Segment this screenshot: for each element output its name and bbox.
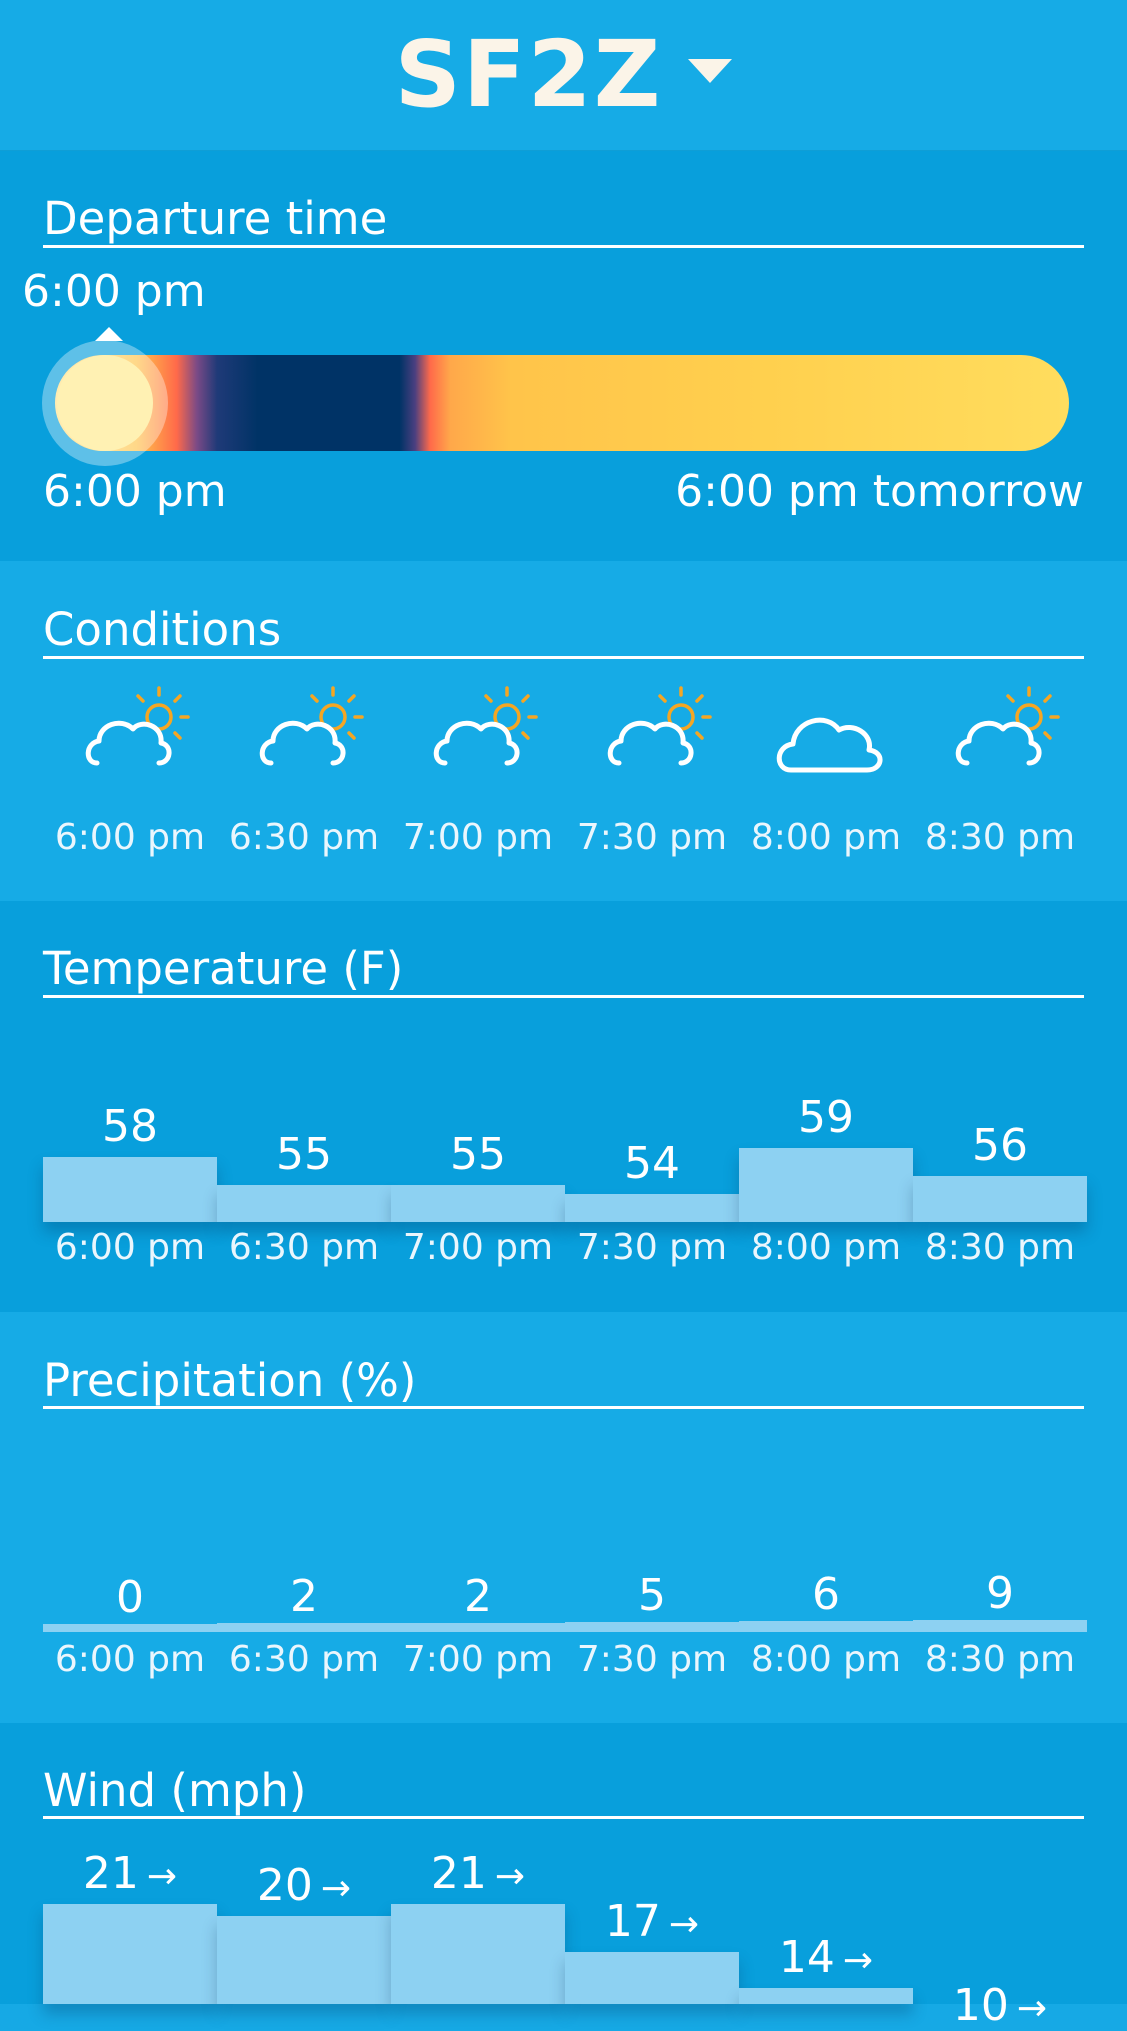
precipitation-time-label: 8:00 pm: [750, 1639, 902, 1680]
wind-value: 20 →: [217, 1864, 391, 1908]
precipitation-value: 5: [638, 1570, 666, 1621]
temperature-value: 59: [798, 1092, 854, 1143]
range-end-label: 6:00 pm tomorrow: [675, 466, 1084, 517]
wind-bar: [217, 1916, 391, 2004]
departure-divider: [43, 245, 1084, 248]
departure-title: Departure time: [43, 192, 388, 245]
wind-bar: [565, 1952, 739, 2004]
slider-handle[interactable]: [57, 355, 153, 451]
wind-value: 14 →: [739, 1936, 913, 1980]
partly-cloudy-icon: [605, 685, 725, 775]
temperature-bar: [391, 1185, 565, 1222]
cloud-icon: [769, 690, 889, 780]
wind-speed: 20: [256, 1860, 313, 1911]
precipitation-bar: [391, 1623, 565, 1632]
wind-direction-icon: →: [320, 1868, 352, 1909]
condition-time-label: 7:00 pm: [402, 817, 554, 858]
precipitation-bar: [739, 1621, 913, 1632]
time-pointer-icon: [95, 327, 123, 341]
wind-direction-icon: →: [842, 1940, 874, 1981]
temperature-value: 55: [276, 1129, 332, 1180]
temperature-time-label: 7:30 pm: [576, 1227, 728, 1268]
temperature-time-label: 6:30 pm: [228, 1227, 380, 1268]
temperature-bar: [43, 1157, 217, 1222]
precipitation-time-label: 7:00 pm: [402, 1639, 554, 1680]
wind-speed: 14: [778, 1932, 835, 1983]
condition-time-label: 7:30 pm: [576, 817, 728, 858]
precipitation-time-label: 7:30 pm: [576, 1639, 728, 1680]
precipitation-time-label: 8:30 pm: [924, 1639, 1076, 1680]
station-title[interactable]: SF2Z: [395, 29, 663, 121]
condition-time-label: 8:30 pm: [924, 817, 1076, 858]
precipitation-time-label: 6:30 pm: [228, 1639, 380, 1680]
wind-speed: 10: [952, 1980, 1009, 2031]
station-selector[interactable]: SF2Z: [0, 0, 1127, 150]
wind-direction-icon: →: [1016, 1988, 1048, 2029]
partly-cloudy-icon: [83, 685, 203, 775]
precipitation-bar: [565, 1622, 739, 1632]
condition-time-label: 8:00 pm: [750, 817, 902, 858]
temperature-time-label: 6:00 pm: [54, 1227, 206, 1268]
precipitation-value: 2: [464, 1571, 492, 1622]
wind-direction-icon: →: [146, 1856, 178, 1897]
wind-direction-icon: →: [668, 1904, 700, 1945]
wind-divider: [43, 1816, 1084, 1819]
condition-time-label: 6:30 pm: [228, 817, 380, 858]
temperature-time-label: 8:30 pm: [924, 1227, 1076, 1268]
temperature-title: Temperature (F): [43, 942, 404, 995]
precipitation-value: 2: [290, 1571, 318, 1622]
temperature-bar: [217, 1185, 391, 1222]
precipitation-bar: [217, 1623, 391, 1632]
precipitation-value: 0: [116, 1572, 144, 1623]
temperature-bar: [913, 1176, 1087, 1222]
precipitation-bar: [913, 1620, 1087, 1632]
precipitation-bar: [43, 1624, 217, 1632]
conditions-title: Conditions: [43, 603, 282, 656]
caret-down-icon[interactable]: [688, 59, 733, 83]
precipitation-time-label: 6:00 pm: [54, 1639, 206, 1680]
precipitation-title: Precipitation (%): [43, 1354, 417, 1407]
temperature-value: 55: [450, 1129, 506, 1180]
partly-cloudy-icon: [257, 685, 377, 775]
condition-time-label: 6:00 pm: [54, 817, 206, 858]
wind-bar: [43, 1904, 217, 2004]
wind-value: 21 →: [391, 1852, 565, 1896]
temperature-value: 54: [624, 1138, 680, 1189]
wind-value: 17 →: [565, 1900, 739, 1944]
conditions-divider: [43, 656, 1084, 659]
temperature-time-label: 8:00 pm: [750, 1227, 902, 1268]
precipitation-value: 9: [986, 1568, 1014, 1619]
range-start-label: 6:00 pm: [43, 466, 227, 517]
temperature-bar: [565, 1194, 739, 1222]
temperature-time-label: 7:00 pm: [402, 1227, 554, 1268]
partly-cloudy-icon: [953, 685, 1073, 775]
wind-bar: [391, 1904, 565, 2004]
wind-direction-icon: →: [494, 1856, 526, 1897]
wind-value: 21 →: [43, 1852, 217, 1896]
wind-speed: 17: [604, 1896, 661, 1947]
partly-cloudy-icon: [431, 685, 551, 775]
temperature-divider: [43, 995, 1084, 998]
departure-time-slider[interactable]: [55, 355, 1069, 451]
wind-value: 10 →: [913, 1984, 1087, 2028]
wind-speed: 21: [82, 1848, 139, 1899]
wind-speed: 21: [430, 1848, 487, 1899]
app-header: SF2Z: [0, 0, 1127, 151]
precipitation-divider: [43, 1406, 1084, 1409]
wind-title: Wind (mph): [43, 1764, 307, 1817]
temperature-bar: [739, 1148, 913, 1222]
temperature-value: 58: [102, 1101, 158, 1152]
wind-bar: [739, 1988, 913, 2004]
temperature-value: 56: [972, 1120, 1028, 1171]
precipitation-value: 6: [812, 1569, 840, 1620]
selected-time-label: 6:00 pm: [22, 266, 206, 317]
